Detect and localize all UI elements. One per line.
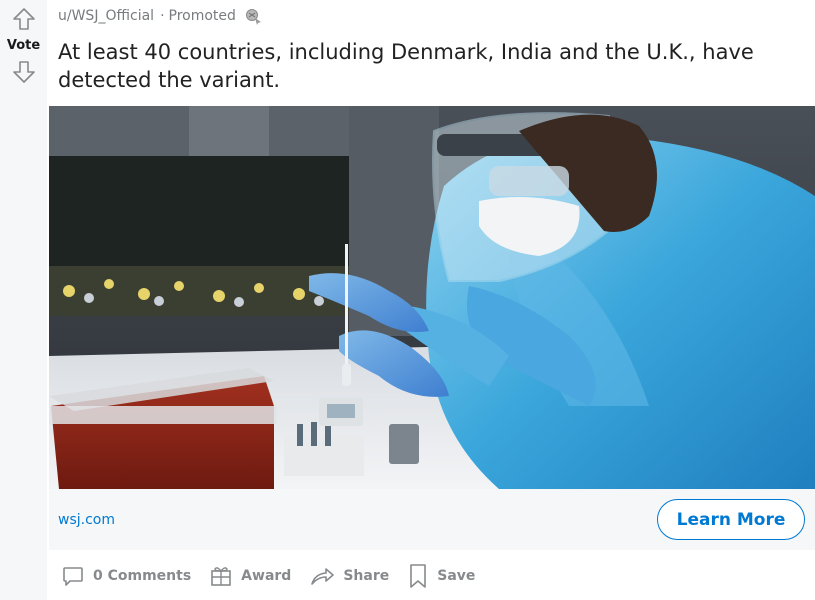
post-meta: u/WSJ_Official · Promoted	[58, 6, 264, 26]
downvote-arrow-icon	[12, 61, 35, 83]
downvote-button[interactable]	[11, 59, 37, 85]
vote-rail: Vote	[0, 0, 47, 600]
award-label: Award	[241, 568, 292, 584]
comment-icon	[61, 564, 85, 588]
award-badge-icon	[244, 7, 264, 25]
gift-award-icon	[209, 564, 233, 588]
promoted-post: u/WSJ_Official · Promoted At least 40 co…	[49, 0, 815, 600]
share-label: Share	[343, 568, 390, 584]
vote-label: Vote	[6, 38, 41, 53]
bookmark-icon	[407, 563, 429, 589]
save-button[interactable]: Save	[407, 563, 475, 589]
share-arrow-icon	[309, 564, 335, 588]
comments-button[interactable]: 0 Comments	[61, 564, 191, 588]
post-actions: 0 Comments Award Share Save	[61, 561, 493, 591]
post-title[interactable]: At least 40 countries, including Denmark…	[58, 38, 798, 94]
learn-more-button[interactable]: Learn More	[657, 499, 805, 540]
source-domain-link[interactable]: wsj.com	[58, 512, 115, 528]
share-button[interactable]: Share	[309, 564, 389, 588]
author-link[interactable]: u/WSJ_Official	[58, 8, 154, 24]
comments-label: 0 Comments	[93, 568, 192, 584]
post-image[interactable]	[49, 106, 815, 489]
cta-bar: wsj.com Learn More	[49, 489, 815, 550]
meta-separator: ·	[160, 8, 165, 24]
upvote-button[interactable]	[11, 6, 37, 32]
promoted-label: Promoted	[168, 8, 236, 24]
award-button[interactable]: Award	[209, 564, 291, 588]
save-label: Save	[437, 568, 476, 584]
upvote-arrow-icon	[12, 8, 35, 30]
